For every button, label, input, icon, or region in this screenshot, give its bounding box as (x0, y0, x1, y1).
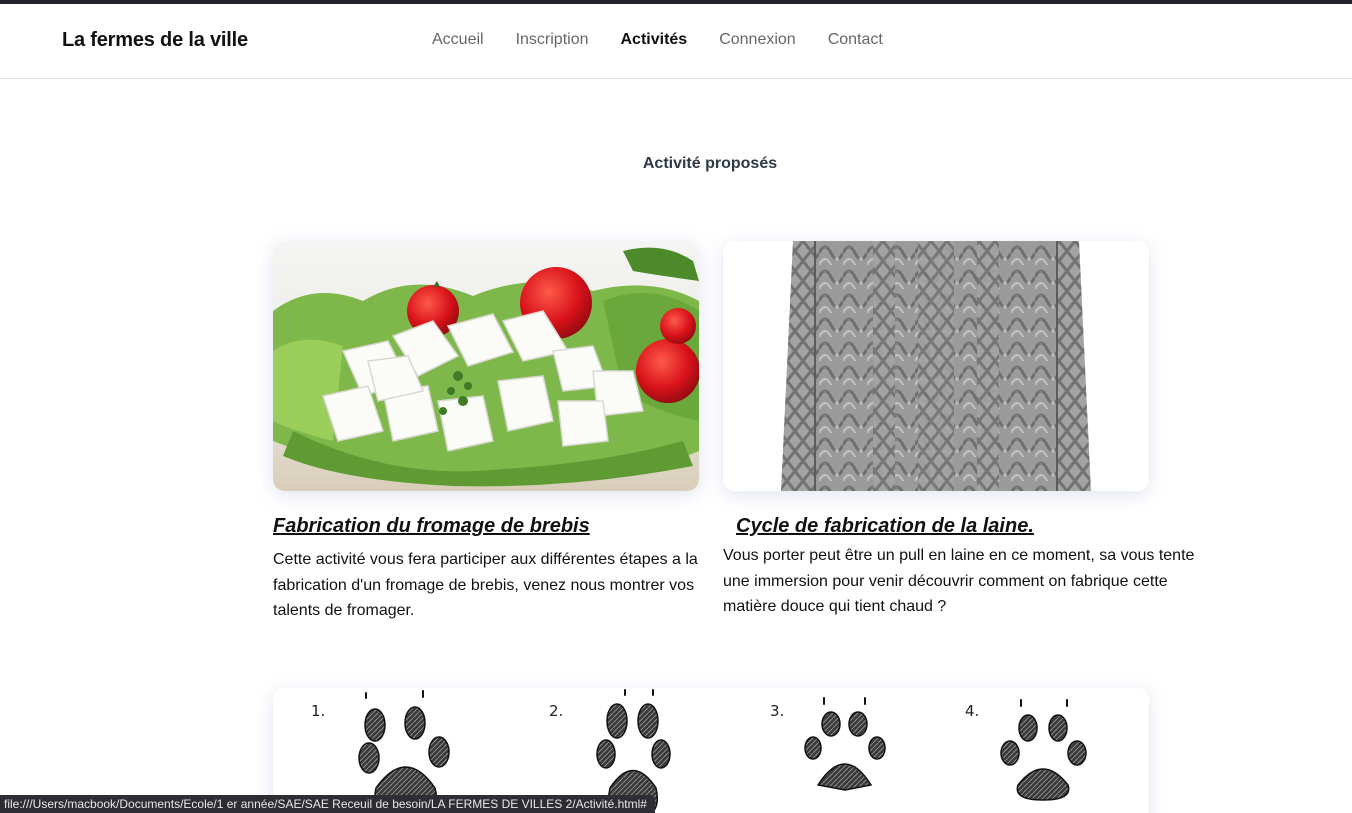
paw-label-1: 1. (311, 702, 325, 720)
browser-status-bar-url: file:///Users/macbook/Documents/Ecole/1 … (0, 795, 655, 813)
brand-logo-text[interactable]: La fermes de la ville (62, 29, 248, 52)
cheese-activity-description: Cette activité vous fera participer aux … (273, 551, 698, 619)
wool-activity-title[interactable]: Cycle de fabrication de la laine. (736, 515, 1034, 538)
cheese-card-image (273, 241, 699, 491)
paw-label-2: 2. (549, 702, 563, 720)
main-nav: Accueil Inscription Activités Connexion … (432, 31, 883, 49)
nav-link-accueil[interactable]: Accueil (432, 31, 484, 49)
cheese-activity-title[interactable]: Fabrication du fromage de brebis (273, 515, 590, 538)
nav-link-inscription[interactable]: Inscription (516, 31, 589, 49)
navbar: La fermes de la ville Accueil Inscriptio… (0, 4, 1352, 79)
nav-link-activites[interactable]: Activités (621, 31, 688, 49)
paw-label-4: 4. (965, 702, 979, 720)
paw-label-3: 3. (770, 702, 784, 720)
nav-link-contact[interactable]: Contact (828, 31, 883, 49)
wool-activity-description: Vous porter peut être un pull en laine e… (723, 547, 1195, 615)
page-title: Activité proposés (642, 155, 778, 172)
nav-link-connexion[interactable]: Connexion (719, 31, 796, 49)
sweater-card-image (723, 241, 1149, 491)
